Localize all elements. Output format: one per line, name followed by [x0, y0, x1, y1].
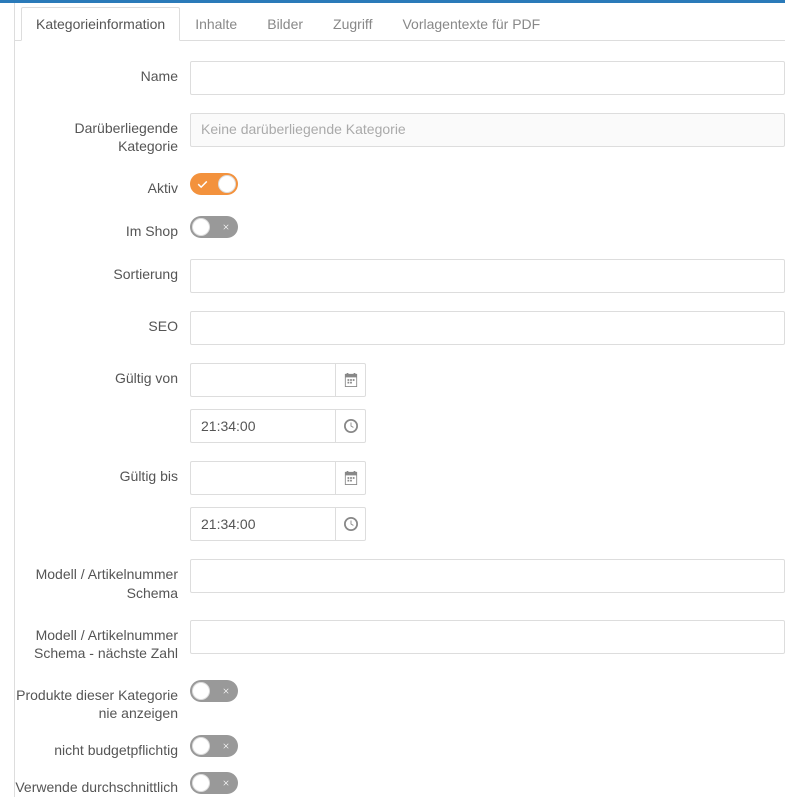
- name-input[interactable]: [190, 61, 785, 95]
- label-not-budget: nicht budgetpflichtig: [15, 733, 190, 759]
- seo-input[interactable]: [190, 311, 785, 345]
- active-toggle[interactable]: [190, 173, 238, 195]
- sort-input[interactable]: [190, 259, 785, 293]
- label-use-avg: Verwende durchschnittlich: [15, 770, 190, 796]
- x-icon: [221, 778, 231, 788]
- tab-bilder[interactable]: Bilder: [252, 7, 318, 41]
- use-avg-toggle[interactable]: [190, 772, 238, 794]
- clock-icon[interactable]: [335, 409, 366, 443]
- toggle-knob: [192, 737, 210, 755]
- model-schema-next-input[interactable]: [190, 620, 785, 654]
- x-icon: [221, 741, 231, 751]
- label-valid-to: Gültig bis: [15, 459, 190, 485]
- label-sort: Sortierung: [15, 257, 190, 283]
- label-active: Aktiv: [15, 171, 190, 197]
- label-model-schema: Modell / Artikelnummer Schema: [15, 557, 190, 601]
- calendar-icon[interactable]: [335, 363, 366, 397]
- label-parent-category: Darüberliegende Kategorie: [15, 111, 190, 155]
- model-schema-input[interactable]: [190, 559, 785, 593]
- label-hide-products: Produkte dieser Kategorie nie anzeigen: [15, 678, 190, 722]
- not-budget-toggle[interactable]: [190, 735, 238, 757]
- label-model-schema-next: Modell / Artikelnummer Schema - nächste …: [15, 618, 190, 662]
- x-icon: [221, 686, 231, 696]
- tab-kategorieinformation[interactable]: Kategorieinformation: [21, 7, 180, 41]
- x-icon: [221, 222, 231, 232]
- valid-to-date-input[interactable]: [190, 461, 335, 495]
- clock-icon[interactable]: [335, 507, 366, 541]
- check-icon: [197, 179, 208, 190]
- toggle-knob: [218, 175, 236, 193]
- label-in-shop: Im Shop: [15, 214, 190, 240]
- toggle-knob: [192, 682, 210, 700]
- label-name: Name: [15, 59, 190, 85]
- toggle-knob: [192, 218, 210, 236]
- in-shop-toggle[interactable]: [190, 216, 238, 238]
- parent-category-select[interactable]: Keine darüberliegende Kategorie: [190, 113, 785, 147]
- valid-from-time-input[interactable]: [190, 409, 335, 443]
- tab-bar: Kategorieinformation Inhalte Bilder Zugr…: [15, 3, 785, 41]
- label-seo: SEO: [15, 309, 190, 335]
- main-container: Kategorieinformation Inhalte Bilder Zugr…: [14, 3, 785, 797]
- tab-inhalte[interactable]: Inhalte: [180, 7, 252, 41]
- form-area: Name Darüberliegende Kategorie Keine dar…: [15, 41, 785, 797]
- hide-products-toggle[interactable]: [190, 680, 238, 702]
- label-valid-from: Gültig von: [15, 361, 190, 387]
- toggle-knob: [192, 774, 210, 792]
- tab-vorlagentexte[interactable]: Vorlagentexte für PDF: [387, 7, 555, 41]
- calendar-icon[interactable]: [335, 461, 366, 495]
- tab-zugriff[interactable]: Zugriff: [318, 7, 387, 41]
- valid-to-time-input[interactable]: [190, 507, 335, 541]
- valid-from-date-input[interactable]: [190, 363, 335, 397]
